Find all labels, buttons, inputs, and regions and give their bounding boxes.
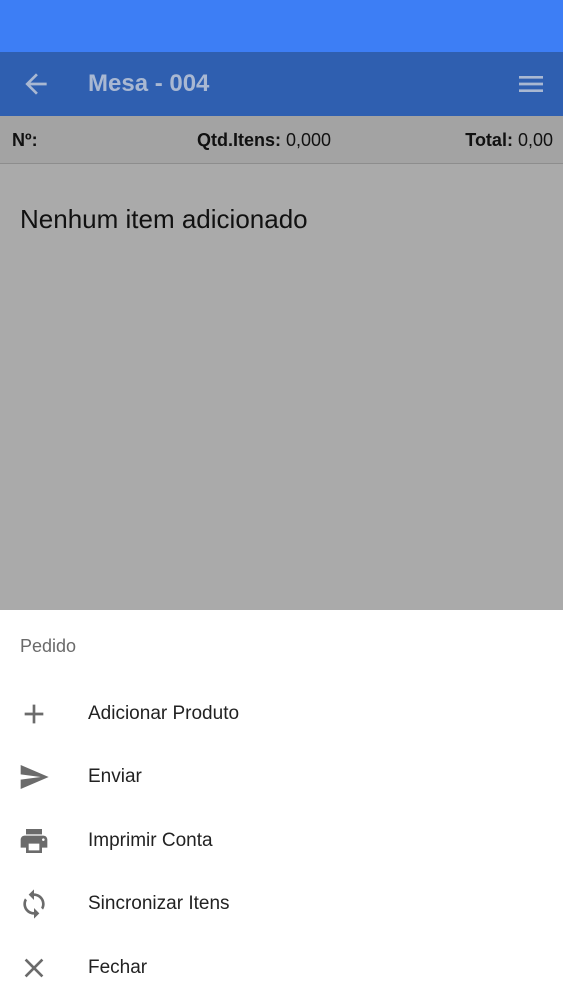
app-bar: Mesa - 004 xyxy=(0,52,563,116)
items-list-area: Nenhum item adicionado xyxy=(0,164,563,610)
sync-items-label: Sincronizar Itens xyxy=(88,893,230,914)
send-label: Enviar xyxy=(88,766,142,787)
add-product-item[interactable]: Adicionar Produto xyxy=(0,686,563,742)
arrow-back-icon[interactable] xyxy=(20,68,52,100)
print-bill-item[interactable]: Imprimir Conta xyxy=(0,813,563,869)
order-total: Total: 0,00 xyxy=(465,130,553,150)
sync-icon xyxy=(18,888,50,920)
sync-items-item[interactable]: Sincronizar Itens xyxy=(0,876,563,932)
empty-state-message: Nenhum item adicionado xyxy=(20,204,308,234)
status-bar xyxy=(0,0,563,52)
close-label: Fechar xyxy=(88,957,148,978)
add-product-label: Adicionar Produto xyxy=(88,703,240,724)
order-summary-bar: Nº: Qtd.Itens: 0,000 Total: 0,00 xyxy=(0,116,563,164)
page-title: Mesa - 004 xyxy=(88,70,210,97)
send-icon xyxy=(18,761,50,793)
print-bill-label: Imprimir Conta xyxy=(88,830,213,851)
hamburger-menu-icon[interactable] xyxy=(515,68,547,100)
item-quantity: Qtd.Itens: 0,000 xyxy=(197,130,332,150)
send-item[interactable]: Enviar xyxy=(0,749,563,805)
order-number: Nº: xyxy=(12,130,38,150)
printer-icon xyxy=(18,825,50,857)
close-item[interactable]: Fechar xyxy=(0,940,563,996)
bottom-sheet-menu: Pedido Adicionar Produto Enviar Imprimir… xyxy=(0,610,563,1000)
close-icon xyxy=(18,952,50,984)
plus-icon xyxy=(18,698,50,730)
sheet-heading: Pedido xyxy=(20,636,77,656)
